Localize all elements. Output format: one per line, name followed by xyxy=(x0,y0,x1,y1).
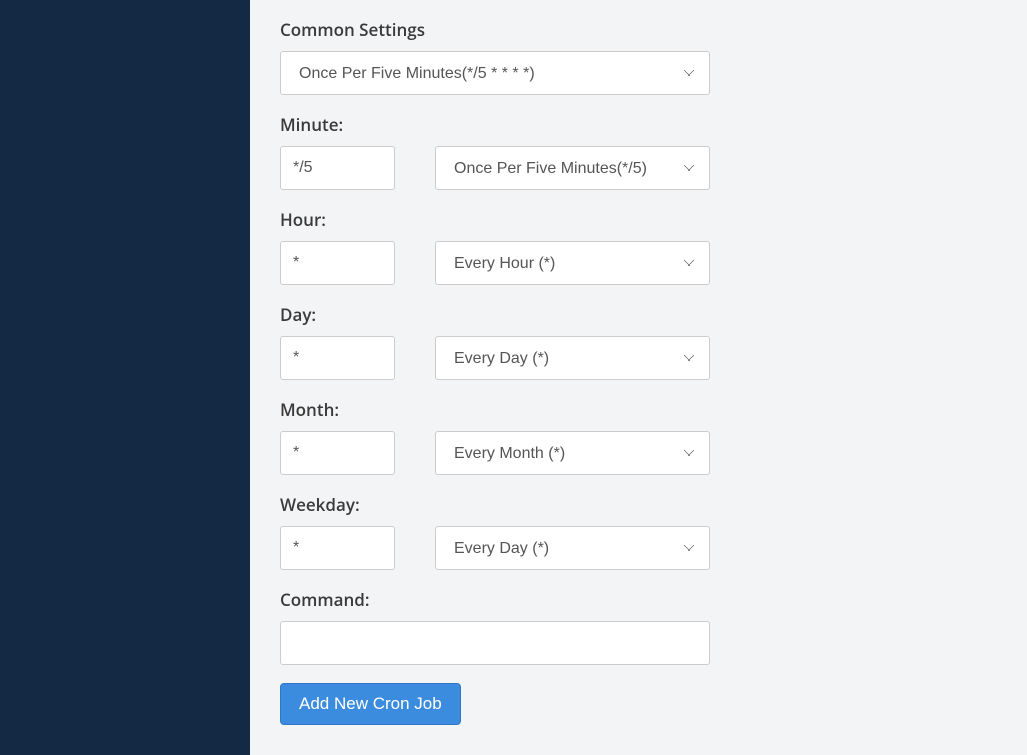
minute-select-wrap: Once Per Five Minutes(*/5) xyxy=(435,146,710,190)
command-group: Command: xyxy=(280,588,997,665)
hour-select-wrap: Every Hour (*) xyxy=(435,241,710,285)
weekday-select[interactable]: Every Day (*) xyxy=(435,526,710,570)
day-input[interactable] xyxy=(280,336,395,380)
month-select[interactable]: Every Month (*) xyxy=(435,431,710,475)
content: Common Settings Once Per Five Minutes(*/… xyxy=(250,0,1027,755)
hour-row: Every Hour (*) xyxy=(280,241,997,285)
add-cron-job-button[interactable]: Add New Cron Job xyxy=(280,683,461,725)
weekday-select-wrap: Every Day (*) xyxy=(435,526,710,570)
weekday-group: Weekday: Every Day (*) xyxy=(280,493,997,570)
minute-label: Minute: xyxy=(280,113,997,136)
minute-group: Minute: Once Per Five Minutes(*/5) xyxy=(280,113,997,190)
minute-row: Once Per Five Minutes(*/5) xyxy=(280,146,997,190)
sidebar xyxy=(0,0,250,755)
month-input[interactable] xyxy=(280,431,395,475)
minute-select[interactable]: Once Per Five Minutes(*/5) xyxy=(435,146,710,190)
app-shell: Common Settings Once Per Five Minutes(*/… xyxy=(0,0,1027,755)
day-row: Every Day (*) xyxy=(280,336,997,380)
minute-input[interactable] xyxy=(280,146,395,190)
hour-input[interactable] xyxy=(280,241,395,285)
weekday-row: Every Day (*) xyxy=(280,526,997,570)
hour-label: Hour: xyxy=(280,208,997,231)
month-label: Month: xyxy=(280,398,997,421)
command-input[interactable] xyxy=(280,621,710,665)
weekday-label: Weekday: xyxy=(280,493,997,516)
hour-select[interactable]: Every Hour (*) xyxy=(435,241,710,285)
day-select-wrap: Every Day (*) xyxy=(435,336,710,380)
month-row: Every Month (*) xyxy=(280,431,997,475)
day-group: Day: Every Day (*) xyxy=(280,303,997,380)
common-settings-label: Common Settings xyxy=(280,18,997,41)
command-label: Command: xyxy=(280,588,997,611)
common-settings-select[interactable]: Once Per Five Minutes(*/5 * * * *) xyxy=(280,51,710,95)
common-settings-group: Common Settings Once Per Five Minutes(*/… xyxy=(280,18,997,95)
common-settings-select-wrap: Once Per Five Minutes(*/5 * * * *) xyxy=(280,51,710,95)
day-label: Day: xyxy=(280,303,997,326)
day-select[interactable]: Every Day (*) xyxy=(435,336,710,380)
month-select-wrap: Every Month (*) xyxy=(435,431,710,475)
hour-group: Hour: Every Hour (*) xyxy=(280,208,997,285)
month-group: Month: Every Month (*) xyxy=(280,398,997,475)
weekday-input[interactable] xyxy=(280,526,395,570)
